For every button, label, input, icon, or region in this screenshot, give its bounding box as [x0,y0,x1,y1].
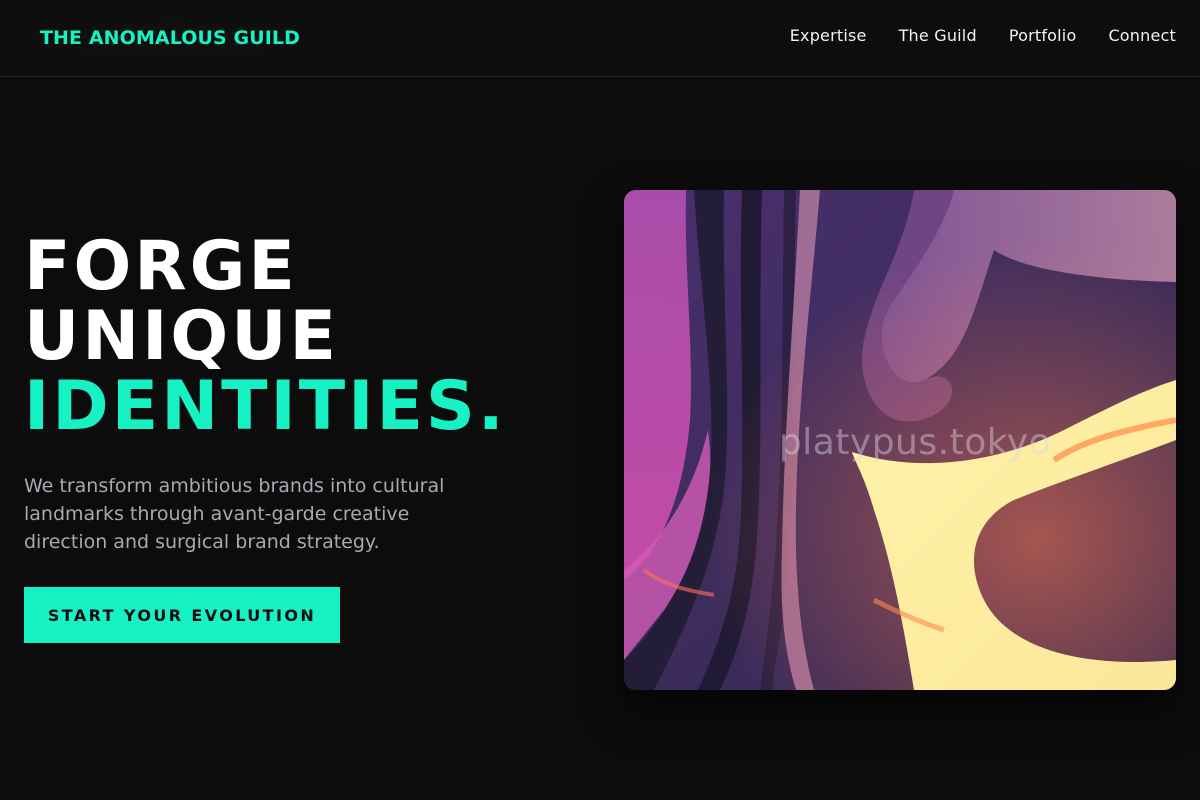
nav-item-the-guild[interactable]: The Guild [899,26,977,45]
landing-page: THE ANOMALOUS GUILD Expertise The Guild … [0,0,1200,800]
hero-headline: FORGE UNIQUE IDENTITIES. [24,232,507,442]
nav-item-portfolio[interactable]: Portfolio [1009,26,1077,45]
nav-item-connect[interactable]: Connect [1108,26,1176,45]
headline-line-1: FORGE [24,227,298,306]
hero-subtext: We transform ambitious brands into cultu… [24,475,445,553]
headline-line-2: UNIQUE [24,297,339,376]
start-evolution-button[interactable]: START YOUR EVOLUTION [24,587,340,643]
site-header: THE ANOMALOUS GUILD Expertise The Guild … [0,0,1200,77]
nav-item-expertise[interactable]: Expertise [790,26,867,45]
main-nav: Expertise The Guild Portfolio Connect [790,26,1176,45]
hero-artwork: platypus.tokyo [624,190,1176,690]
headline-line-3: IDENTITIES. [24,367,507,446]
abstract-art-image [624,190,1176,690]
brand-logo[interactable]: THE ANOMALOUS GUILD [26,18,315,58]
